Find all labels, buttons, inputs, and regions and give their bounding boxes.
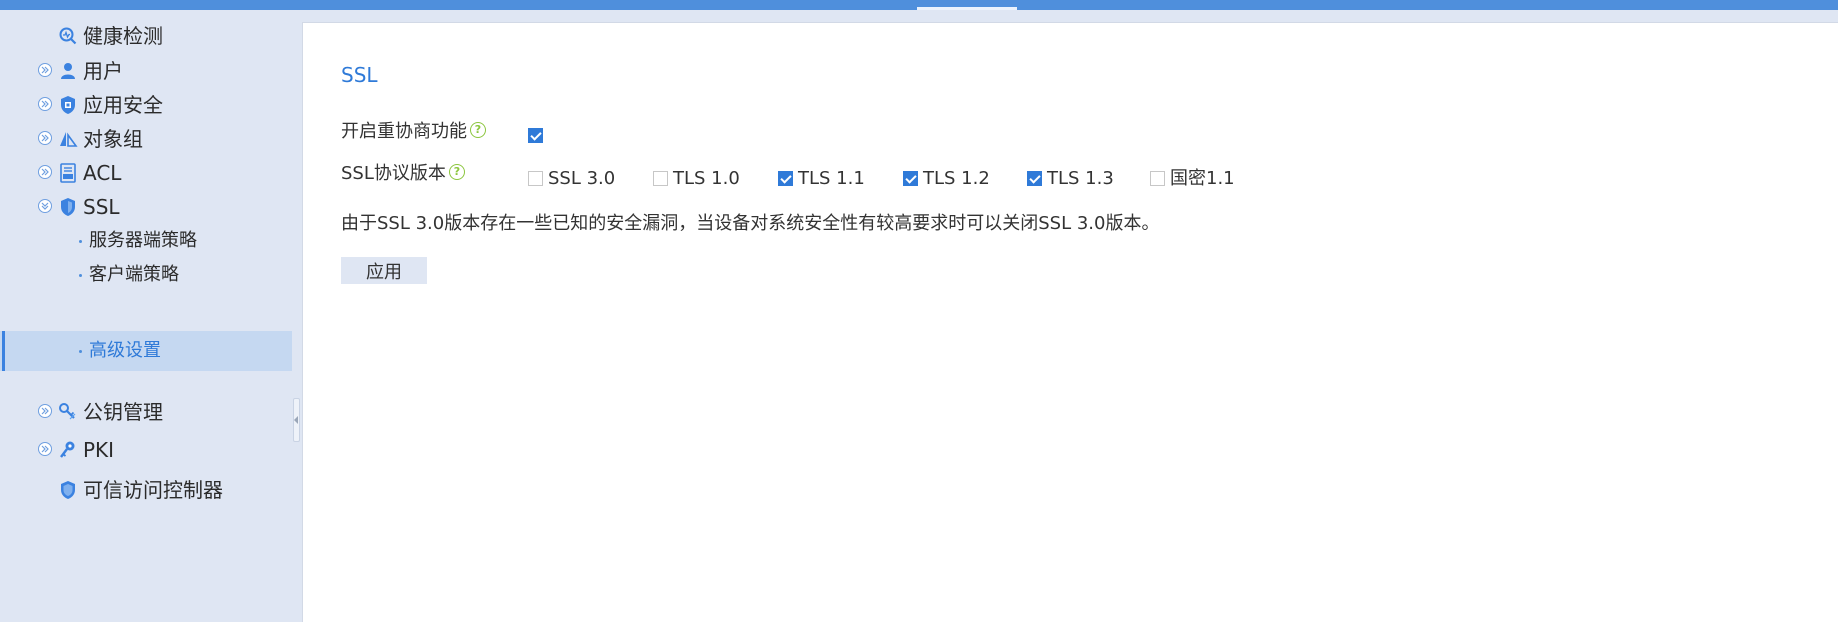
- pki-key-icon: [58, 440, 78, 460]
- guomi11-label[interactable]: 国密1.1: [1170, 169, 1235, 189]
- bullet-icon: [79, 274, 82, 277]
- collapse-toggle-icon[interactable]: [38, 199, 52, 213]
- renegotiation-checkbox[interactable]: [528, 128, 543, 143]
- apply-button[interactable]: 应用: [341, 257, 427, 284]
- tls13-checkbox[interactable]: [1027, 171, 1042, 186]
- tls10-label[interactable]: TLS 1.0: [673, 169, 740, 189]
- sidebar-subitem-label: 客户端策略: [89, 264, 179, 285]
- acl-document-icon: [58, 163, 78, 183]
- tls11-checkbox[interactable]: [778, 171, 793, 186]
- main-content-panel: SSL 开启重协商功能? SSL协议版本? SSL 3.0 TLS 1.0 TL…: [302, 22, 1838, 622]
- protocol-label-row: SSL协议版本?: [341, 159, 465, 185]
- expand-toggle-icon[interactable]: [38, 97, 52, 111]
- renegotiation-label: 开启重协商功能: [341, 121, 467, 142]
- page-title: SSL: [341, 63, 378, 87]
- sidebar-subitem-client-policy[interactable]: 客户端策略: [0, 255, 292, 295]
- ssl30-label[interactable]: SSL 3.0: [548, 169, 615, 189]
- tls11-label[interactable]: TLS 1.1: [798, 169, 865, 189]
- top-bar: [0, 0, 1838, 10]
- renegotiation-label-row: 开启重协商功能?: [341, 117, 486, 143]
- tls10-checkbox[interactable]: [653, 171, 668, 186]
- sidebar-collapse-handle[interactable]: [293, 398, 300, 442]
- trusted-access-shield-icon: [58, 480, 78, 500]
- tls12-label[interactable]: TLS 1.2: [923, 169, 990, 189]
- object-group-icon: [58, 129, 78, 149]
- sidebar-item-trusted-access-controller[interactable]: 可信访问控制器: [0, 470, 292, 510]
- expand-toggle-icon[interactable]: [38, 165, 52, 179]
- ssl-shield-icon: [58, 197, 78, 217]
- expand-toggle-icon[interactable]: [38, 131, 52, 145]
- sidebar-item-label: 健康检测: [83, 24, 163, 48]
- sidebar-subitem-advanced-settings-active[interactable]: 高级设置: [0, 331, 292, 371]
- help-icon[interactable]: ?: [448, 164, 465, 180]
- ssl30-security-notice: 由于SSL 3.0版本存在一些已知的安全漏洞，当设备对系统安全性有较高要求时可以…: [341, 213, 1160, 234]
- sidebar-item-label: 可信访问控制器: [83, 478, 223, 502]
- bullet-icon: [79, 240, 82, 243]
- sidebar-splitter[interactable]: [292, 10, 302, 621]
- key-management-icon: [58, 402, 78, 422]
- health-check-icon: [58, 26, 78, 46]
- sidebar-item-health-check[interactable]: 健康检测: [0, 16, 292, 56]
- bullet-icon: [79, 350, 82, 353]
- expand-toggle-icon[interactable]: [38, 63, 52, 77]
- user-icon: [58, 61, 78, 81]
- sidebar-item-key-management[interactable]: 公钥管理: [0, 392, 292, 432]
- ssl30-checkbox[interactable]: [528, 171, 543, 186]
- sidebar: 健康检测 用户 应用安全 对象组 ACL SSL 服务器端策略 客户端策略 公钥…: [0, 10, 292, 621]
- app-security-shield-icon: [58, 95, 78, 115]
- expand-toggle-icon[interactable]: [38, 442, 52, 456]
- protocol-version-label: SSL协议版本: [341, 163, 446, 184]
- chevron-left-icon: [294, 416, 298, 424]
- sidebar-item-label: PKI: [83, 438, 115, 462]
- tls12-checkbox[interactable]: [903, 171, 918, 186]
- sidebar-item-label: 公钥管理: [83, 400, 163, 424]
- sidebar-item-pki[interactable]: PKI: [0, 430, 292, 470]
- sidebar-subitem-label: 高级设置: [89, 340, 161, 361]
- tls13-label[interactable]: TLS 1.3: [1047, 169, 1114, 189]
- expand-toggle-icon[interactable]: [38, 404, 52, 418]
- help-icon[interactable]: ?: [470, 122, 486, 138]
- guomi11-checkbox[interactable]: [1150, 171, 1165, 186]
- active-tab-indicator: [917, 7, 1017, 10]
